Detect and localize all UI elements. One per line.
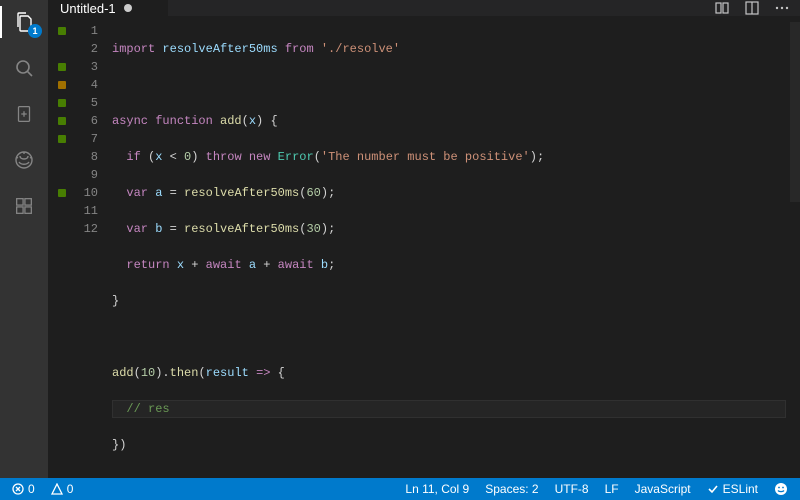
line-number-gutter: 1 2 3 4 5 6 7 8 9 10 11 12 <box>48 16 112 490</box>
tab-bar: Untitled-1 <box>48 0 800 16</box>
status-errors[interactable]: 0 <box>8 478 39 500</box>
tab-actions <box>704 0 800 16</box>
tab-title: Untitled-1 <box>60 1 116 16</box>
extensions-icon[interactable] <box>10 192 38 220</box>
code-content[interactable]: import resolveAfter50ms from './resolve'… <box>112 16 786 490</box>
compare-changes-icon[interactable] <box>714 0 730 16</box>
activity-bar: 1 <box>0 0 48 478</box>
debug-icon[interactable] <box>10 146 38 174</box>
code-editor[interactable]: 1 2 3 4 5 6 7 8 9 10 11 12 import resolv… <box>48 16 800 490</box>
tab-untitled-1[interactable]: Untitled-1 <box>48 0 168 16</box>
editor-area: Untitled-1 1 2 3 4 5 <box>48 0 800 478</box>
split-editor-icon[interactable] <box>744 0 760 16</box>
explorer-icon[interactable]: 1 <box>10 8 38 36</box>
explorer-badge: 1 <box>28 24 42 38</box>
tab-dirty-indicator-icon <box>124 4 132 12</box>
source-control-icon[interactable] <box>10 100 38 128</box>
minimap[interactable] <box>786 16 800 490</box>
more-actions-icon[interactable] <box>774 0 790 16</box>
search-icon[interactable] <box>10 54 38 82</box>
